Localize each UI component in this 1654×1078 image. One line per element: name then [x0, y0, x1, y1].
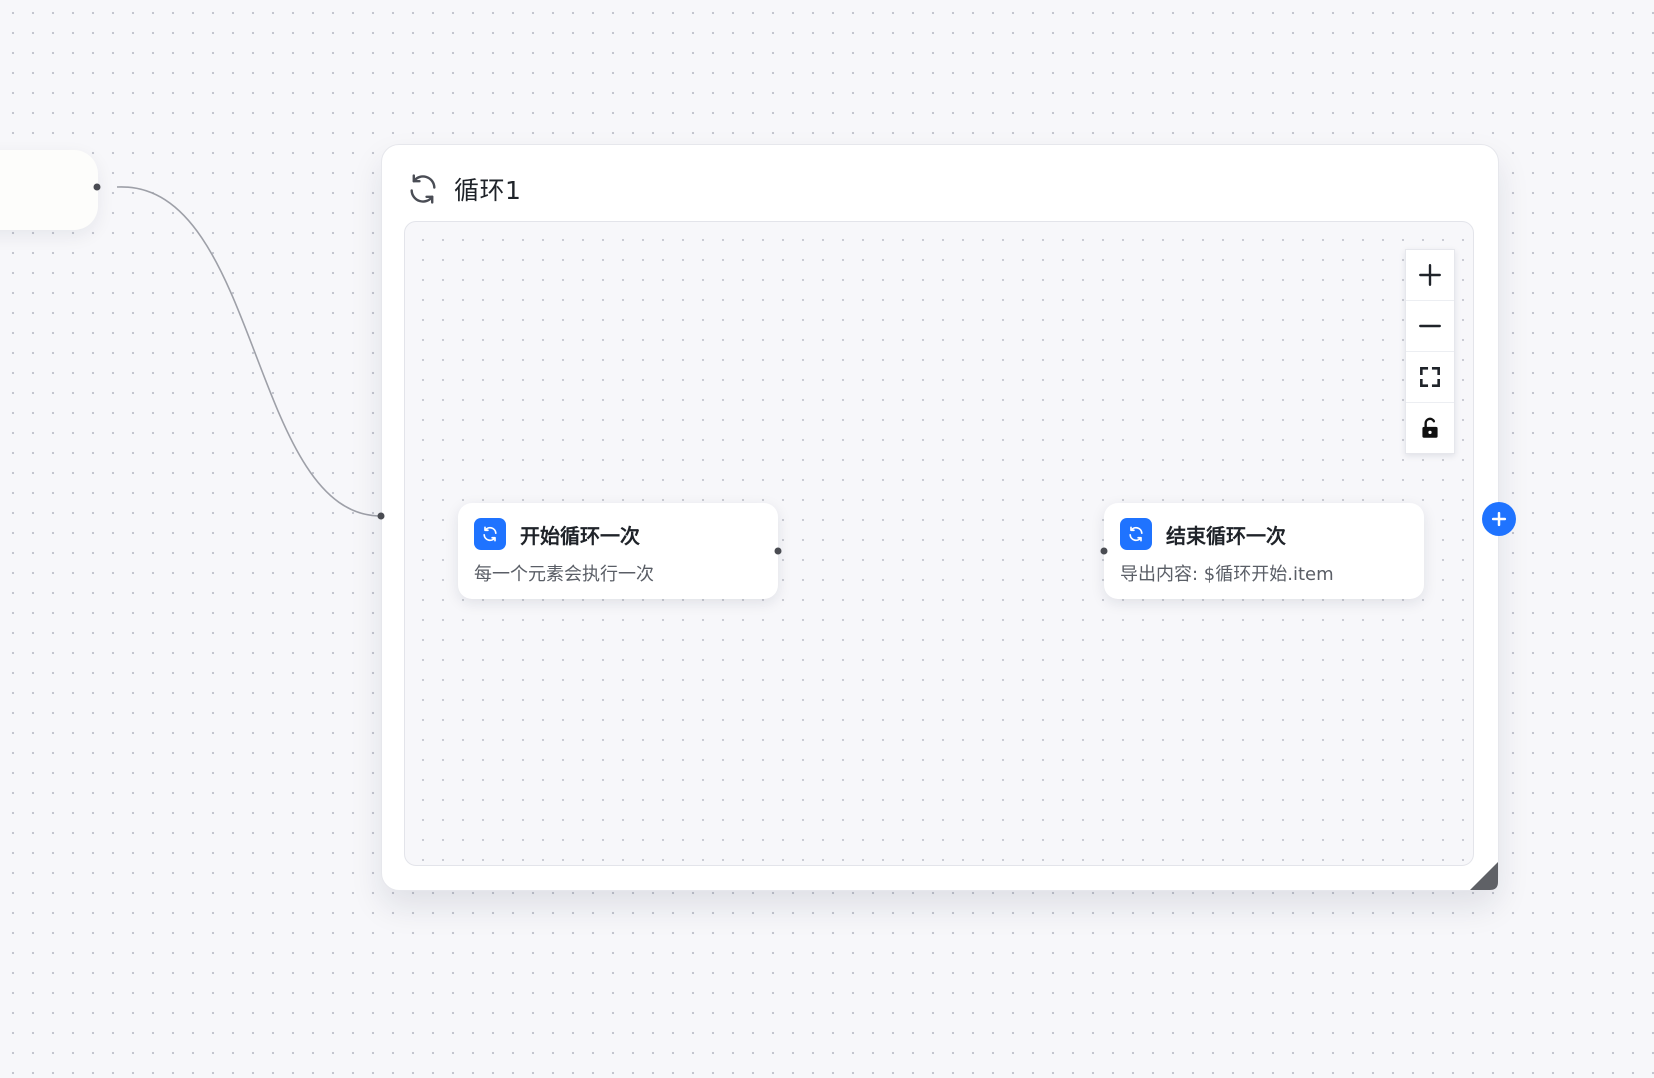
- unlock-icon: [1422, 417, 1438, 438]
- plus-icon: [1491, 511, 1507, 527]
- lock-toggle-button[interactable]: [1406, 403, 1454, 453]
- loop-group-header: 循环1: [406, 171, 521, 207]
- add-node-button[interactable]: [1482, 502, 1516, 536]
- loop-start-node-header: 开始循环一次: [474, 518, 640, 550]
- fit-view-icon: [1420, 367, 1440, 387]
- edge-outer-to-loop[interactable]: [116, 186, 382, 517]
- loop-start-node-description: 每一个元素会执行一次: [474, 564, 654, 585]
- loop-end-node-title: 结束循环一次: [1166, 523, 1286, 548]
- loop-group-title: 循环1: [454, 176, 522, 205]
- fit-view-button[interactable]: [1406, 352, 1454, 403]
- refresh-icon: [410, 174, 436, 204]
- minus-icon: [1419, 324, 1441, 328]
- loop-inner-canvas[interactable]: 开始循环一次 每一个元素会执行一次 结束循环一次 导出内容: $循环开始.ite…: [404, 221, 1474, 866]
- refresh-icon: [1120, 518, 1152, 550]
- upstream-node[interactable]: [0, 150, 98, 230]
- loop-end-node[interactable]: 结束循环一次 导出内容: $循环开始.item: [1104, 503, 1424, 599]
- loop-start-node[interactable]: 开始循环一次 每一个元素会执行一次: [458, 503, 778, 599]
- canvas-controls: [1405, 249, 1455, 454]
- loop-end-node-description: 导出内容: $循环开始.item: [1120, 564, 1334, 585]
- refresh-icon: [474, 518, 506, 550]
- upstream-node-output-port[interactable]: [93, 183, 101, 191]
- resize-handle-icon[interactable]: [1470, 862, 1498, 890]
- loop-start-node-output-port[interactable]: [774, 547, 782, 555]
- zoom-out-button[interactable]: [1406, 301, 1454, 352]
- loop-end-node-input-port[interactable]: [1100, 547, 1108, 555]
- zoom-in-button[interactable]: [1406, 250, 1454, 301]
- plus-icon: [1419, 264, 1441, 286]
- loop-group-node[interactable]: 循环1 开始循环一次 每一个元素会执行一次 结束循环一次 导出内容: $循环开始…: [381, 144, 1499, 891]
- loop-start-node-title: 开始循环一次: [520, 523, 640, 548]
- loop-group-input-port[interactable]: [377, 512, 385, 520]
- loop-end-node-header: 结束循环一次: [1120, 518, 1286, 550]
